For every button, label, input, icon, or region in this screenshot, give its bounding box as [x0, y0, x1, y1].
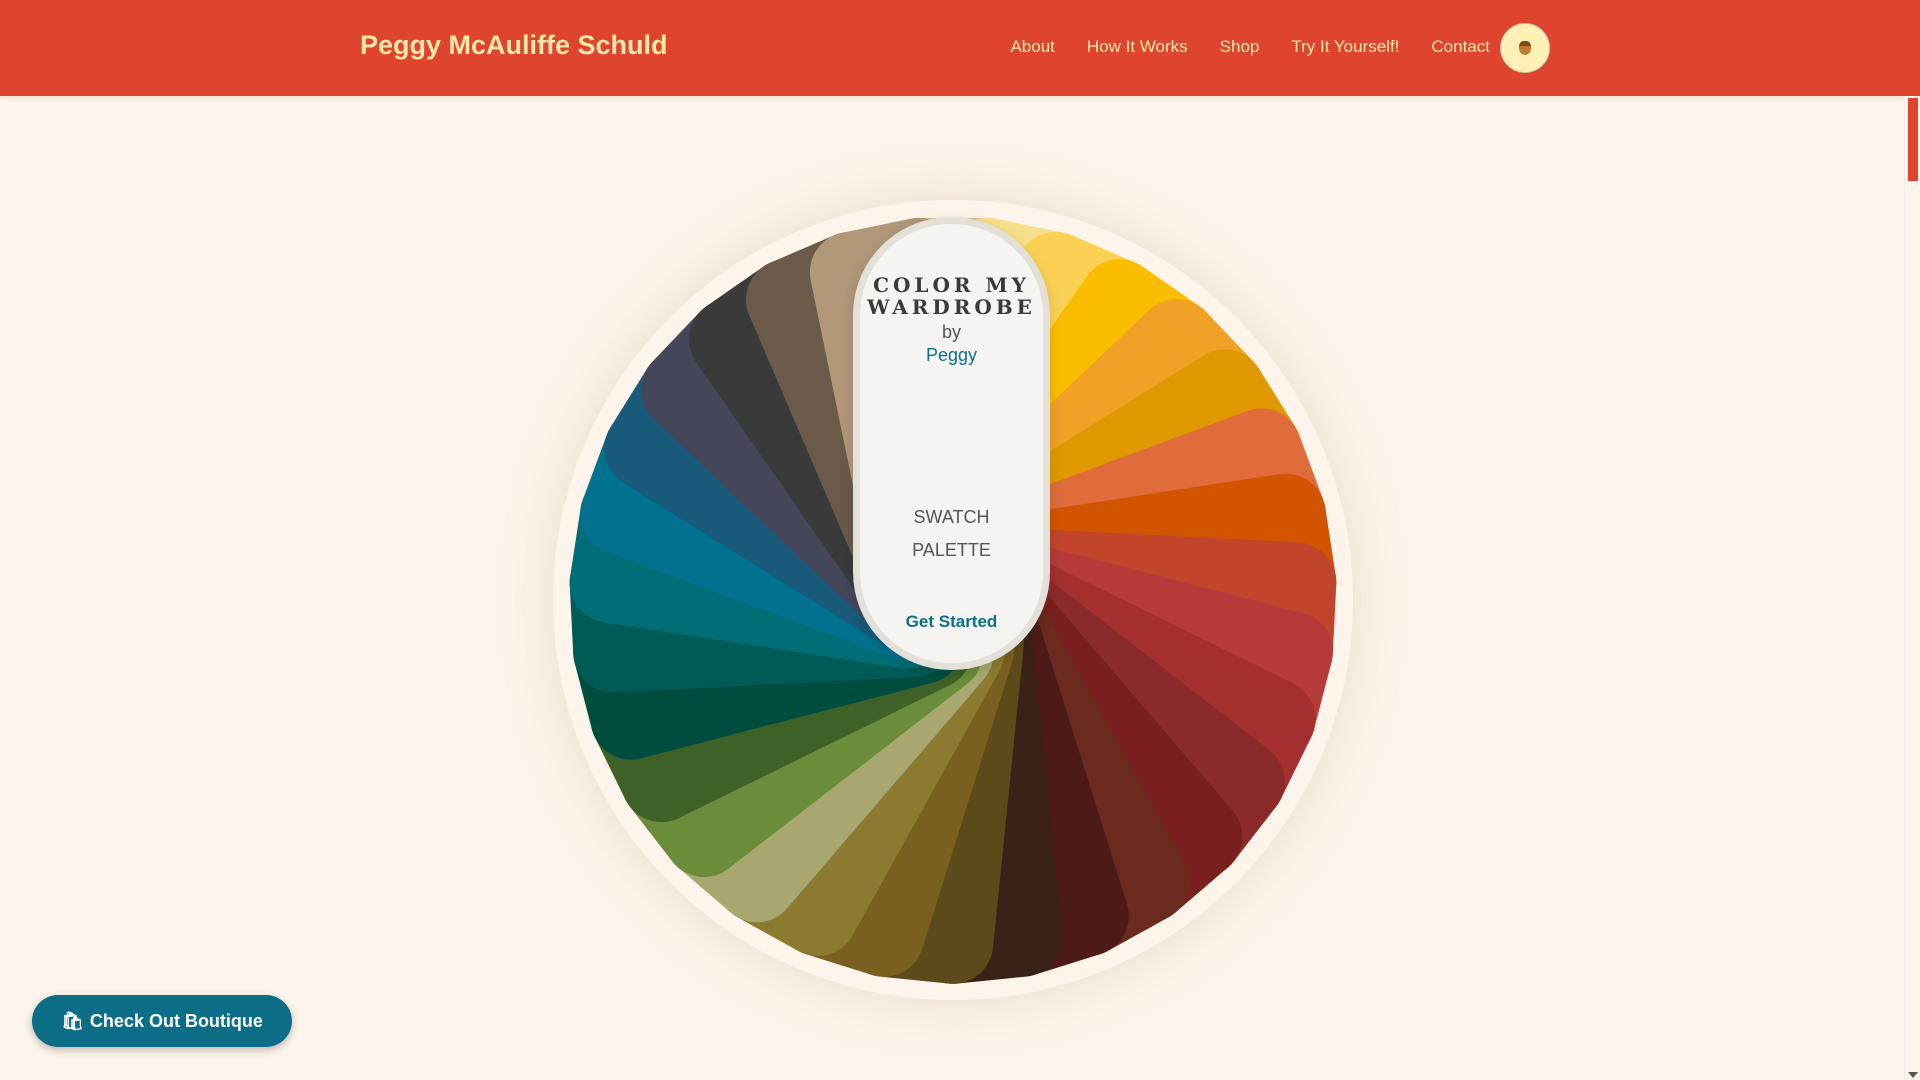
scrollbar[interactable] [1904, 96, 1920, 1080]
shopping-bags-icon: 🛍 [61, 1010, 84, 1031]
scroll-down-arrow-icon[interactable] [1908, 1072, 1918, 1078]
by-label: by [941, 322, 961, 342]
wheel-center-card: COLOR MY WARDROBE by Peggy SWATCH PALETTE… [853, 217, 1050, 670]
acorn-icon [1519, 41, 1531, 55]
check-out-boutique-button[interactable]: 🛍 Check Out Boutique [32, 995, 292, 1047]
nav-how-it-works[interactable]: How It Works [1087, 37, 1188, 57]
nav-try-it-yourself[interactable]: Try It Yourself! [1291, 37, 1399, 57]
swatch-label: SWATCH [913, 507, 990, 527]
get-started-button[interactable]: Get Started [860, 612, 1043, 632]
wheel-title: COLOR MY WARDROBE [867, 273, 1036, 319]
palette-label: PALETTE [912, 540, 991, 560]
top-nav-bar: Peggy McAuliffe Schuld About How It Work… [0, 0, 1920, 96]
avatar-button[interactable] [1500, 23, 1550, 73]
nav-about[interactable]: About [1010, 37, 1054, 57]
scrollbar-thumb[interactable] [1908, 98, 1918, 181]
boutique-label: Check Out Boutique [89, 1010, 263, 1031]
nav-shop[interactable]: Shop [1220, 37, 1260, 57]
nav-menu: About How It Works Shop Try It Yourself!… [1010, 37, 1490, 57]
swatch-palette-label: SWATCH PALETTE [860, 501, 1043, 567]
site-title[interactable]: Peggy McAuliffe Schuld [360, 30, 668, 61]
author-link[interactable]: Peggy [860, 345, 1043, 366]
nav-contact[interactable]: Contact [1431, 37, 1490, 57]
